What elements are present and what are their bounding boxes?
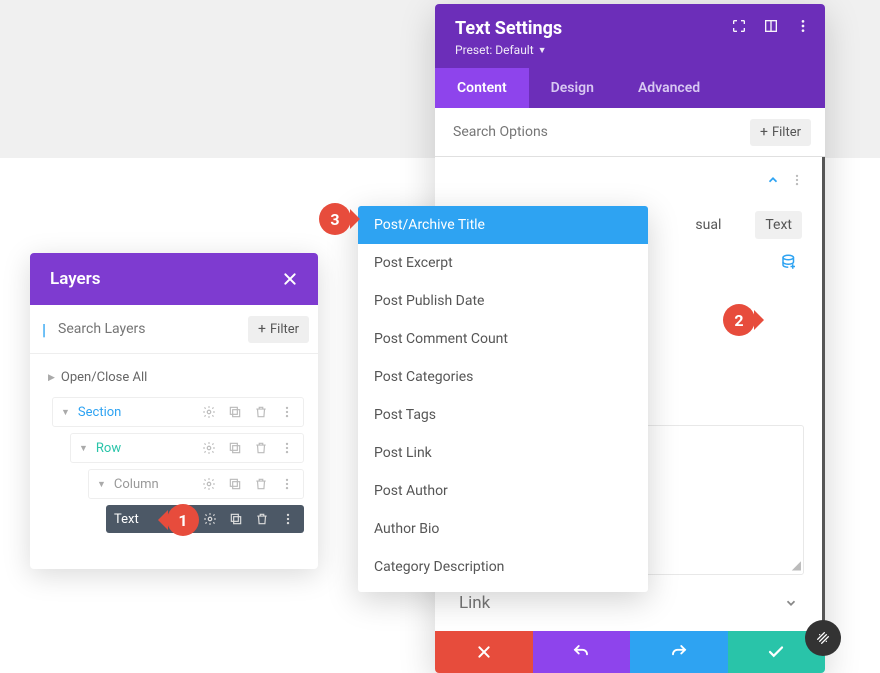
- layer-column[interactable]: ▼ Column: [88, 469, 304, 499]
- tab-content[interactable]: Content: [435, 68, 529, 108]
- layers-filter-button[interactable]: + Filter: [248, 316, 309, 343]
- redo-button[interactable]: [630, 631, 728, 673]
- dropdown-item-post-publish-date[interactable]: Post Publish Date: [358, 282, 648, 320]
- more-icon[interactable]: [280, 511, 296, 527]
- chevron-down-icon: [784, 596, 798, 610]
- dropdown-item-post-tags[interactable]: Post Tags: [358, 396, 648, 434]
- tab-advanced[interactable]: Advanced: [616, 68, 722, 108]
- settings-tabs: Content Design Advanced: [435, 68, 825, 108]
- chevron-up-icon: [766, 173, 780, 187]
- close-icon[interactable]: [282, 271, 298, 287]
- dropdown-item-post-comment-count[interactable]: Post Comment Count: [358, 320, 648, 358]
- callout-2: 2: [716, 304, 762, 336]
- chevron-down-icon: ▼: [61, 407, 70, 418]
- settings-footer: [435, 631, 825, 673]
- more-icon[interactable]: [279, 440, 295, 456]
- dropdown-item-post-archive-title[interactable]: Post/Archive Title: [358, 206, 648, 244]
- layer-section[interactable]: ▼ Section: [52, 397, 304, 427]
- duplicate-icon[interactable]: [227, 476, 243, 492]
- dropdown-item-author-bio[interactable]: Author Bio: [358, 510, 648, 548]
- dropdown-item-post-categories[interactable]: Post Categories: [358, 358, 648, 396]
- trash-icon[interactable]: [254, 511, 270, 527]
- layers-header: Layers: [30, 253, 318, 305]
- trash-icon[interactable]: [253, 404, 269, 420]
- chevron-down-icon: ▼: [97, 479, 106, 490]
- trash-icon[interactable]: [253, 476, 269, 492]
- gear-icon[interactable]: [201, 404, 217, 420]
- resize-handle-icon[interactable]: ◢: [792, 558, 801, 572]
- editor-tab-visual[interactable]: sual: [685, 211, 731, 239]
- cancel-button[interactable]: [435, 631, 533, 673]
- chevron-down-icon: ▼: [538, 45, 547, 56]
- editor-tab-text[interactable]: Text: [755, 211, 802, 239]
- section-collapse[interactable]: [453, 169, 804, 195]
- editor-mode-tabs: sual Text: [685, 211, 802, 239]
- panel-resize-handle[interactable]: [805, 620, 841, 656]
- column-icon[interactable]: [763, 18, 779, 34]
- layers-filter-label: Filter: [270, 322, 299, 337]
- more-icon[interactable]: [795, 18, 811, 34]
- layer-row[interactable]: ▼ Row: [70, 433, 304, 463]
- more-icon[interactable]: [279, 476, 295, 492]
- duplicate-icon[interactable]: [227, 440, 243, 456]
- settings-search-input[interactable]: [449, 118, 742, 146]
- chevron-right-icon: ▶: [48, 373, 55, 383]
- layers-body: ▶ Open/Close All ▼ Section ▼ Row: [30, 354, 318, 569]
- dynamic-content-icon[interactable]: [780, 253, 798, 271]
- more-icon[interactable]: [790, 173, 804, 187]
- more-icon[interactable]: [279, 404, 295, 420]
- duplicate-icon[interactable]: [227, 404, 243, 420]
- dropdown-item-post-excerpt[interactable]: Post Excerpt: [358, 244, 648, 282]
- dropdown-item-category-description[interactable]: Category Description: [358, 548, 648, 586]
- layers-title: Layers: [50, 269, 101, 289]
- dynamic-content-dropdown: Post/Archive Title Post Excerpt Post Pub…: [358, 206, 648, 592]
- tab-design[interactable]: Design: [529, 68, 616, 108]
- expand-icon[interactable]: [731, 18, 747, 34]
- callout-1: 1: [160, 504, 206, 536]
- gear-icon[interactable]: [201, 476, 217, 492]
- layers-search-row: | + Filter: [30, 305, 318, 354]
- open-close-all[interactable]: ▶ Open/Close All: [44, 364, 304, 397]
- layers-search-input[interactable]: [54, 315, 240, 343]
- duplicate-icon[interactable]: [228, 511, 244, 527]
- dropdown-item-post-link[interactable]: Post Link: [358, 434, 648, 472]
- trash-icon[interactable]: [253, 440, 269, 456]
- settings-filter-button[interactable]: + Filter: [750, 119, 811, 146]
- settings-header: Text Settings Preset: Default ▼: [435, 4, 825, 68]
- undo-button[interactable]: [533, 631, 631, 673]
- callout-3: 3: [312, 203, 358, 235]
- dropdown-item-post-author[interactable]: Post Author: [358, 472, 648, 510]
- gear-icon[interactable]: [201, 440, 217, 456]
- preset-selector[interactable]: Preset: Default ▼: [455, 43, 547, 57]
- settings-search-row: + Filter: [435, 108, 825, 157]
- chevron-down-icon: ▼: [79, 443, 88, 454]
